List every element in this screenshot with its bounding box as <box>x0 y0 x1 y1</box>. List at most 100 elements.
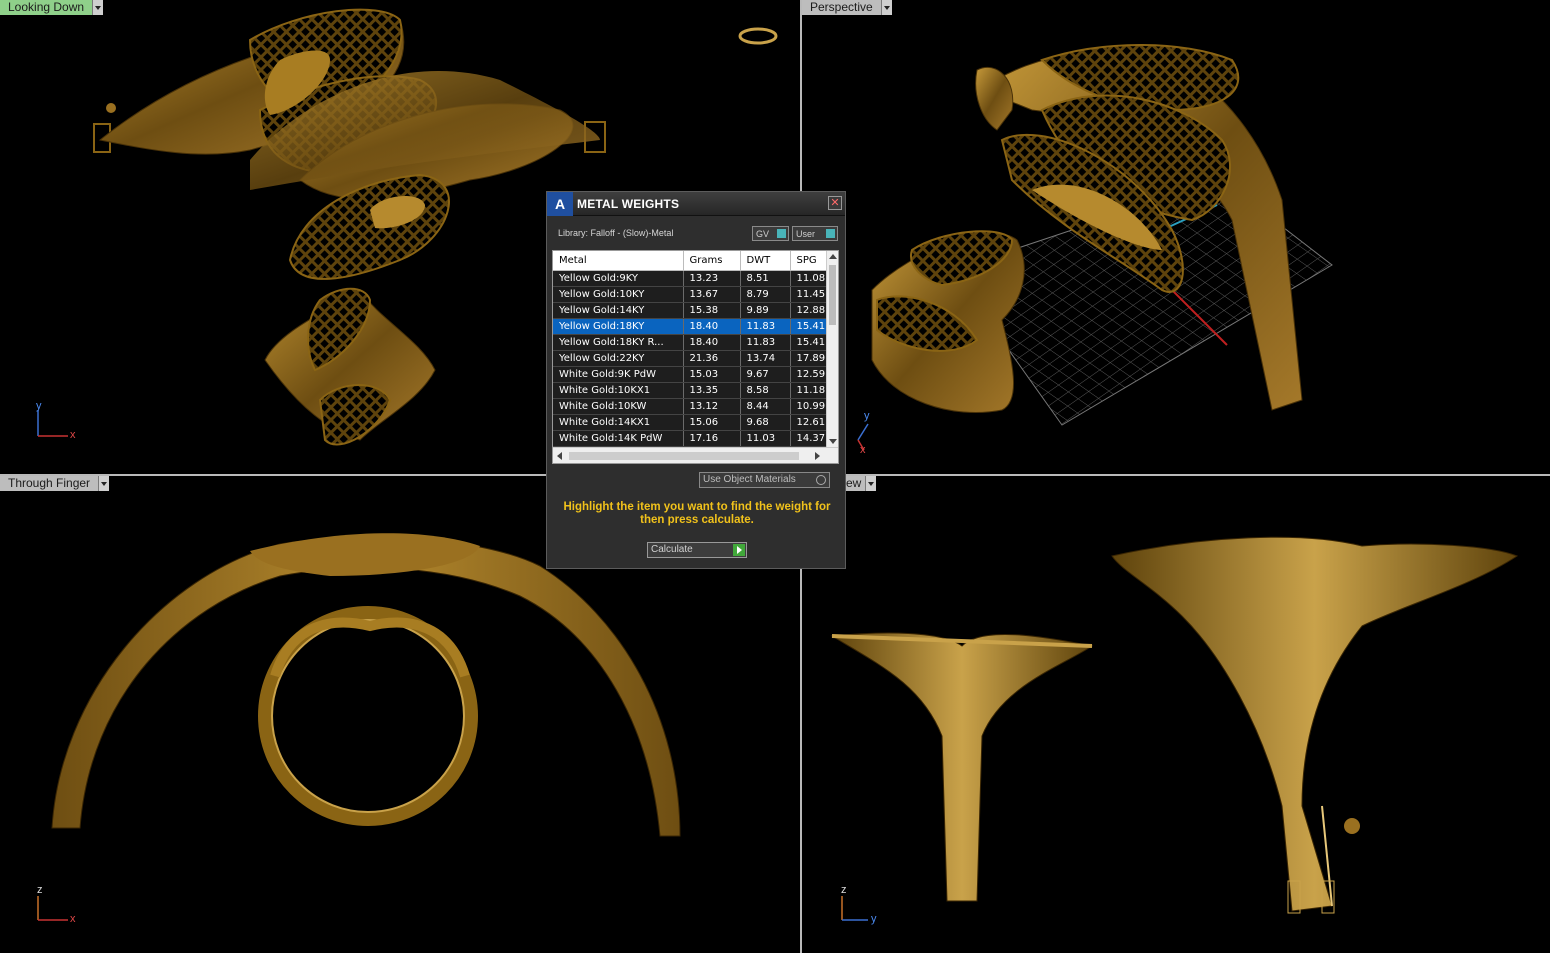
play-icon <box>733 544 745 556</box>
scroll-up-icon[interactable] <box>829 254 837 259</box>
cell-dwt: 9.89 <box>740 302 791 319</box>
viewport-label-text: Perspective <box>802 0 881 15</box>
scroll-right-icon[interactable] <box>815 452 820 460</box>
axis-label-horizontal: x <box>70 913 76 925</box>
metal-table: Metal Grams DWT SPG Yellow Gold:9KY 13.23… <box>552 250 839 464</box>
axis-label-vertical: z <box>37 884 43 896</box>
viewport-label-through-finger[interactable]: Through Finger <box>0 476 110 491</box>
cell-grams: 15.06 <box>683 414 741 431</box>
table-row[interactable]: Yellow Gold:9KY 13.23 8.51 11.08 <box>553 270 831 287</box>
cell-metal: White Gold:14K PdW <box>553 430 684 447</box>
table-row[interactable]: Yellow Gold:14KY 15.38 9.89 12.88 <box>553 302 831 319</box>
scroll-thumb[interactable] <box>569 452 799 460</box>
axis-label-horizontal: x <box>860 444 866 456</box>
axis-label-horizontal: x <box>70 429 76 441</box>
cell-spg: 12.88 <box>790 302 831 319</box>
cell-grams: 13.67 <box>683 286 741 303</box>
axis-gizmo: z x <box>30 884 90 934</box>
scroll-thumb[interactable] <box>829 265 836 325</box>
table-row[interactable]: White Gold:14K PdW 17.16 11.03 14.37 <box>553 430 831 447</box>
cell-grams: 13.23 <box>683 270 741 287</box>
column-header-metal[interactable]: Metal <box>553 251 684 271</box>
calculate-button[interactable]: Calculate <box>647 542 747 558</box>
viewport-label-looking-down[interactable]: Looking Down <box>0 0 104 15</box>
table-row[interactable]: White Gold:10KX1 13.35 8.58 11.18 <box>553 382 831 399</box>
cell-spg: 10.99 <box>790 398 831 415</box>
cell-spg: 15.41 <box>790 318 831 335</box>
horizontal-scrollbar[interactable] <box>553 447 838 463</box>
toggle-indicator-icon <box>826 229 835 238</box>
toggle-indicator-icon <box>777 229 786 238</box>
cell-dwt: 8.51 <box>740 270 791 287</box>
use-object-materials-option[interactable]: Use Object Materials <box>699 472 830 488</box>
cell-spg: 12.59 <box>790 366 831 383</box>
ring-perspective-view <box>871 44 1333 426</box>
chevron-down-icon[interactable] <box>92 0 104 15</box>
cell-metal: Yellow Gold:18KY <box>553 318 684 335</box>
gv-toggle[interactable]: GV <box>752 226 789 241</box>
cell-spg: 11.08 <box>790 270 831 287</box>
cell-grams: 15.03 <box>683 366 741 383</box>
cell-metal: Yellow Gold:10KY <box>553 286 684 303</box>
viewport-label-text: Looking Down <box>0 0 93 15</box>
axis-gizmo: z y <box>834 884 894 934</box>
gv-toggle-label: GV <box>756 228 770 239</box>
cell-dwt: 9.67 <box>740 366 791 383</box>
close-icon[interactable]: ✕ <box>828 196 842 210</box>
radio-icon[interactable] <box>816 475 826 485</box>
use-object-materials-label: Use Object Materials <box>703 474 796 485</box>
cell-dwt: 8.58 <box>740 382 791 399</box>
viewport-label-perspective[interactable]: Perspective <box>802 0 892 15</box>
chevron-down-icon[interactable] <box>865 476 877 491</box>
cell-metal: White Gold:9K PdW <box>553 366 684 383</box>
scroll-down-icon[interactable] <box>829 439 837 444</box>
axis-label-vertical: y <box>864 410 870 422</box>
vertical-scrollbar[interactable] <box>826 251 838 447</box>
cell-spg: 14.37 <box>790 430 831 447</box>
table-row[interactable]: White Gold:14KX1 15.06 9.68 12.61 <box>553 414 831 431</box>
table-row[interactable]: Yellow Gold:22KY 21.36 13.74 17.89 <box>553 350 831 367</box>
axis-gizmo: y x <box>844 410 904 460</box>
axis-label-horizontal: y <box>871 913 877 925</box>
viewport-label-side[interactable]: ew <box>842 476 877 491</box>
table-header-row: Metal Grams DWT SPG <box>553 251 831 271</box>
cell-metal: Yellow Gold:9KY <box>553 270 684 287</box>
axis-label-vertical: y <box>36 400 42 412</box>
cell-dwt: 11.83 <box>740 318 791 335</box>
column-header-spg[interactable]: SPG <box>790 251 831 271</box>
cell-grams: 18.40 <box>683 318 741 335</box>
cell-dwt: 13.74 <box>740 350 791 367</box>
table-row[interactable]: Yellow Gold:10KY 13.67 8.79 11.45 <box>553 286 831 303</box>
user-toggle[interactable]: User <box>792 226 838 241</box>
table-row[interactable]: Yellow Gold:18KY R... 18.40 11.83 15.41 <box>553 334 831 351</box>
chevron-down-icon[interactable] <box>98 476 110 491</box>
viewport-perspective[interactable]: Perspective y x <box>802 0 1550 474</box>
instruction-text: Highlight the item you want to find the … <box>563 501 831 526</box>
cell-metal: Yellow Gold:18KY R... <box>553 334 684 351</box>
viewport-side-view[interactable]: ew z y <box>802 476 1550 953</box>
axis-gizmo: y x <box>30 400 90 450</box>
cell-metal: White Gold:10KW <box>553 398 684 415</box>
cell-dwt: 8.44 <box>740 398 791 415</box>
cell-dwt: 9.68 <box>740 414 791 431</box>
cell-spg: 11.18 <box>790 382 831 399</box>
axis-label-vertical: z <box>841 884 847 896</box>
cell-grams: 13.35 <box>683 382 741 399</box>
column-header-grams[interactable]: Grams <box>683 251 741 271</box>
cell-grams: 15.38 <box>683 302 741 319</box>
table-row[interactable]: White Gold:9K PdW 15.03 9.67 12.59 <box>553 366 831 383</box>
cell-dwt: 8.79 <box>740 286 791 303</box>
table-row[interactable]: Yellow Gold:18KY 18.40 11.83 15.41 <box>553 318 831 335</box>
dialog-title: METAL WEIGHTS <box>577 196 680 211</box>
cell-grams: 18.40 <box>683 334 741 351</box>
app-logo-icon: A <box>547 191 573 216</box>
scroll-left-icon[interactable] <box>557 452 562 460</box>
cell-metal: Yellow Gold:22KY <box>553 350 684 367</box>
cell-metal: White Gold:14KX1 <box>553 414 684 431</box>
metal-weights-dialog: A METAL WEIGHTS ✕ Library: Falloff - (Sl… <box>546 191 846 569</box>
cell-grams: 13.12 <box>683 398 741 415</box>
table-row[interactable]: White Gold:10KW 13.12 8.44 10.99 <box>553 398 831 415</box>
column-header-dwt[interactable]: DWT <box>740 251 791 271</box>
dialog-titlebar[interactable]: A METAL WEIGHTS ✕ <box>547 191 845 216</box>
chevron-down-icon[interactable] <box>880 0 892 15</box>
